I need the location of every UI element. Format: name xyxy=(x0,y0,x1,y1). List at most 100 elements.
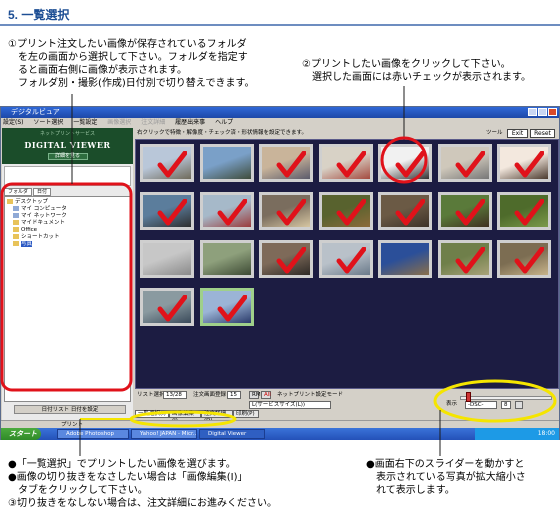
red-check-icon xyxy=(217,295,247,322)
minimize-button[interactable] xyxy=(528,108,537,116)
menu-item[interactable]: ソート選択 xyxy=(33,119,63,126)
left-tabs: フォルダ 日付 xyxy=(4,188,52,196)
red-check-icon xyxy=(514,151,544,178)
photo-thumbnail[interactable] xyxy=(318,144,373,182)
count-field: 13/28 xyxy=(163,391,187,399)
folder-icon xyxy=(13,241,19,246)
photo-thumbnail[interactable] xyxy=(140,144,194,182)
task-browser[interactable]: Yahoo! JAPAN - Micr... xyxy=(131,429,197,439)
tree-item-network[interactable]: マイ ネットワーク xyxy=(7,213,128,220)
tab-folder[interactable]: フォルダ xyxy=(4,188,33,196)
tree-item-photos[interactable]: 写真 xyxy=(7,241,128,248)
window-title: デジタルビュア xyxy=(11,108,60,116)
folder-icon xyxy=(13,227,19,232)
photo-thumbnail[interactable] xyxy=(259,192,313,230)
photo-thumbnail[interactable] xyxy=(259,144,313,182)
window-titlebar: デジタルビュア xyxy=(1,107,559,118)
red-check-icon xyxy=(395,151,425,178)
network-icon xyxy=(13,213,19,218)
folder-icon xyxy=(13,220,19,225)
folder-tree[interactable]: デスクトップ マイ コンピュータ マイ ネットワーク マイドキュメント Offi… xyxy=(4,196,131,402)
photo-thumbnail[interactable] xyxy=(497,192,551,230)
computer-icon xyxy=(13,206,19,211)
task-photoshop[interactable]: Adobe Photoshop xyxy=(57,429,129,439)
logo-subtitle: ネットプリントサービス xyxy=(39,131,95,137)
photo-thumbnail[interactable] xyxy=(318,240,373,278)
photo-thumbnail[interactable] xyxy=(497,240,551,278)
red-check-icon xyxy=(276,247,306,274)
photo-thumbnail[interactable] xyxy=(140,288,194,326)
menu-item[interactable]: ヘルプ xyxy=(215,119,233,126)
photo-thumbnail[interactable] xyxy=(437,240,492,278)
photo-thumbnail[interactable] xyxy=(437,144,492,182)
red-check-icon xyxy=(514,247,544,274)
photo-thumbnail[interactable] xyxy=(259,240,313,278)
photo-thumbnail[interactable] xyxy=(140,240,194,278)
photo-thumbnail[interactable] xyxy=(199,144,254,182)
close-button[interactable] xyxy=(548,108,557,116)
tool-label: ツール xyxy=(486,130,503,136)
photo-thumbnail[interactable] xyxy=(199,240,254,278)
status-bar: プリント xyxy=(1,420,559,428)
start-button[interactable]: スタート xyxy=(1,428,41,440)
all-button[interactable]: All xyxy=(261,391,271,399)
zoom-slider-handle[interactable] xyxy=(466,392,471,402)
taskbar: スタート Adobe Photoshop Yahoo! JAPAN - Micr… xyxy=(1,428,559,440)
maximize-button[interactable] xyxy=(538,108,547,116)
date-list-button[interactable]: 日付リスト 日付を設定 xyxy=(14,405,126,414)
tab-print[interactable]: 印刷(P) xyxy=(233,410,259,418)
menu-item[interactable]: 設定(S) xyxy=(3,119,24,126)
menu-item[interactable]: 履歴出来事 xyxy=(175,119,205,126)
photo-thumbnail[interactable] xyxy=(318,192,373,230)
red-check-icon xyxy=(276,199,306,226)
zoom-value[interactable]: 8 xyxy=(501,401,511,409)
menu-item[interactable]: 注文詳細 xyxy=(141,119,165,126)
red-check-icon xyxy=(276,151,306,178)
menu-bar: 設定(S) ソート選択 一覧設定 画像選択 注文詳細 履歴出来事 ヘルプ xyxy=(1,118,559,128)
callout-folder-select: ①プリント注文したい画像が保存されているフォルダ を左の画面から選択して下さい。… xyxy=(8,39,255,89)
logo-detail-button[interactable]: 詳細を見る xyxy=(47,153,88,160)
photo-thumbnail[interactable] xyxy=(378,144,432,182)
photo-thumbnail[interactable] xyxy=(437,192,492,230)
callout-list-select: ●「一覧選択」でプリントしたい画像を選びます。 ●画像の切り抜きをなさしたい場合… xyxy=(8,459,277,509)
app-window: デジタルビュア 設定(S) ソート選択 一覧設定 画像選択 注文詳細 履歴出来事… xyxy=(0,106,560,440)
tab-list-select[interactable]: 一覧選択(I) xyxy=(135,410,169,418)
photo-image xyxy=(202,243,251,275)
photo-thumbnail[interactable] xyxy=(199,192,254,230)
rm-button[interactable]: RM xyxy=(249,391,261,399)
exit-button[interactable]: Exit xyxy=(507,129,528,138)
tree-item-shortcut[interactable]: ショートカット xyxy=(7,234,128,241)
zoom-slider[interactable] xyxy=(460,396,552,400)
menu-item[interactable]: 画像選択 xyxy=(107,119,131,126)
zoom-select[interactable]: -DSC- xyxy=(465,401,497,409)
digital-viewer-logo: ネットプリントサービス DIGITAL VIEWER 詳細を見る xyxy=(2,128,133,164)
photo-image xyxy=(381,243,429,275)
task-digital-viewer[interactable]: Digital Viewer xyxy=(199,429,265,439)
tree-item-my-computer[interactable]: マイ コンピュータ xyxy=(7,206,128,213)
tree-item-office[interactable]: Office xyxy=(7,227,128,234)
logo-title: DIGITAL VIEWER xyxy=(24,140,111,150)
photo-thumbnail[interactable] xyxy=(199,288,254,326)
callout-click-image: ②プリントしたい画像をクリックして下さい。 選択した画面には赤いチェックが表示さ… xyxy=(302,59,531,83)
photo-thumbnail[interactable] xyxy=(378,240,432,278)
folder-icon xyxy=(13,234,19,239)
tree-item-documents[interactable]: マイドキュメント xyxy=(7,220,128,227)
red-check-icon xyxy=(157,151,187,178)
tab-image-edit[interactable]: 画像編集(I) xyxy=(169,410,201,424)
page-title: 5. 一覧選択 xyxy=(8,8,70,22)
tree-item-desktop[interactable]: デスクトップ xyxy=(7,199,128,206)
zoom-label: 表示 xyxy=(446,401,458,407)
tab-order-detail[interactable]: 注文詳細(D) xyxy=(201,410,233,424)
red-check-icon xyxy=(217,199,247,226)
reset-button[interactable]: Reset xyxy=(530,129,555,138)
print-size-select[interactable]: L(サービスサイズ(L)) xyxy=(249,401,331,409)
tab-date[interactable]: 日付 xyxy=(33,188,52,196)
menu-item[interactable]: 一覧設定 xyxy=(73,119,97,126)
photo-image xyxy=(202,147,251,179)
zoom-stepper[interactable] xyxy=(515,401,523,409)
photo-thumbnail[interactable] xyxy=(378,192,432,230)
info-box xyxy=(4,166,131,186)
photo-thumbnail[interactable] xyxy=(497,144,551,182)
photo-thumbnail[interactable] xyxy=(140,192,194,230)
callout-slider: ●画面右下のスライダーを動かすと 表示されている写真が拡大縮小さ れて表示します… xyxy=(366,459,526,496)
